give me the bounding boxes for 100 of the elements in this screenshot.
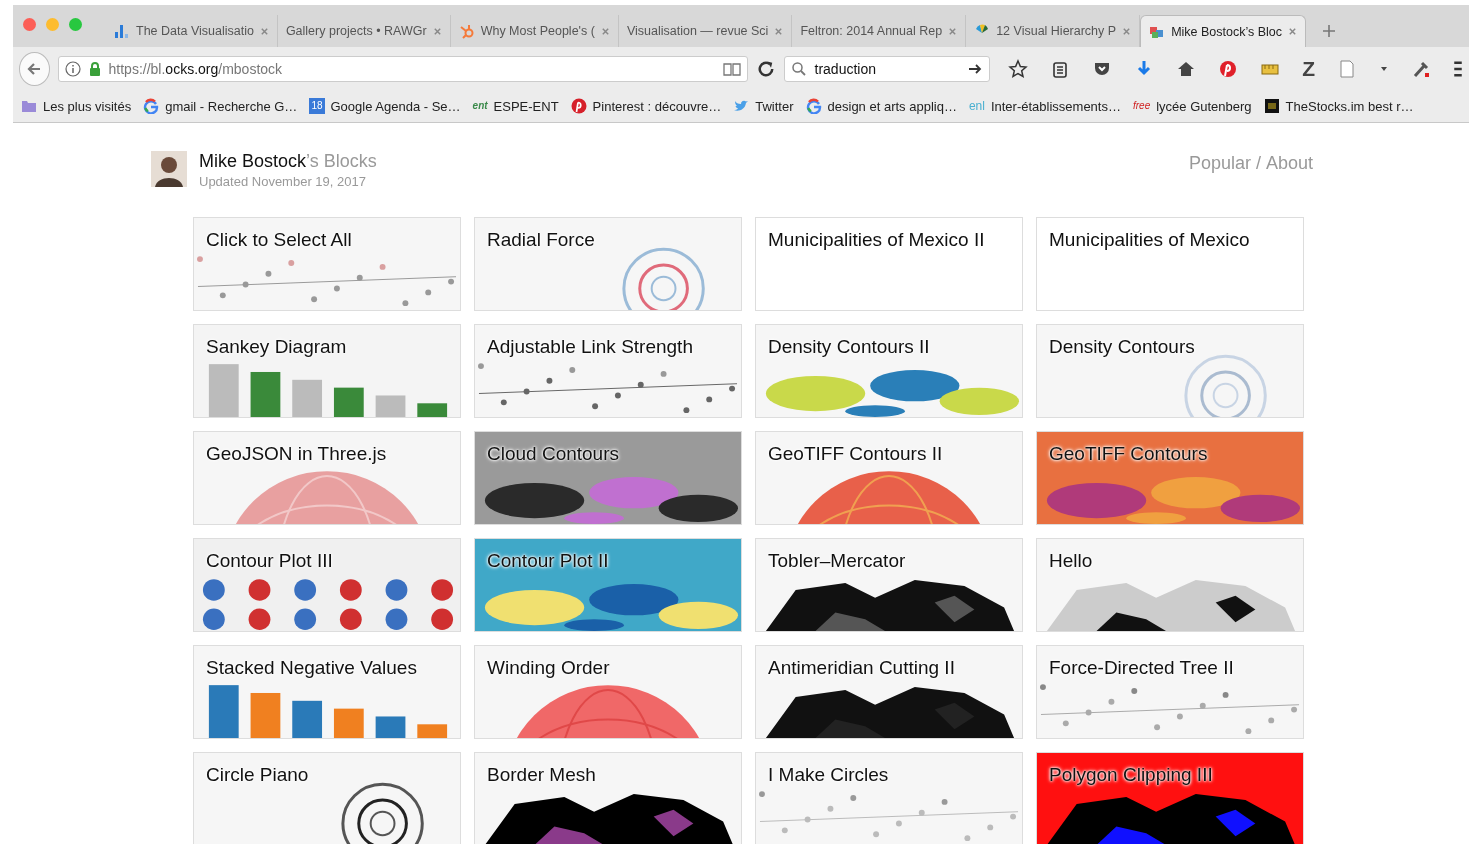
folder-icon (21, 98, 37, 114)
reader-view-icon[interactable] (722, 60, 741, 77)
address-field[interactable]: https://bl.ocks.org/mbostock (57, 55, 748, 82)
back-button[interactable] (19, 51, 50, 86)
block-title[interactable]: Contour Plot II (487, 550, 609, 572)
block-title[interactable]: Density Contours II (768, 336, 930, 358)
block-card[interactable]: Hello (1036, 538, 1304, 632)
block-card[interactable]: Force-Directed Tree II (1036, 645, 1304, 739)
dark-square-icon (1263, 98, 1280, 114)
block-title[interactable]: I Make Circles (768, 764, 889, 786)
pin-logo-icon (570, 98, 587, 114)
bar-chart-icon (114, 23, 130, 39)
block-title[interactable]: GeoJSON in Three.js (206, 443, 387, 465)
updated-date: Updated November 19, 2017 (199, 174, 367, 189)
block-card[interactable]: Contour Plot III (193, 538, 461, 632)
block-title[interactable]: Force-Directed Tree II (1049, 657, 1234, 679)
browser-tab[interactable]: Why Most People's ( (450, 15, 619, 47)
block-title[interactable]: Municipalities of Mexico II (768, 229, 985, 251)
block-card[interactable]: Density Contours (1036, 324, 1304, 418)
block-title[interactable]: Click to Select All (206, 229, 352, 251)
block-card[interactable]: Border Mesh (474, 752, 742, 844)
back-arrow-icon (26, 60, 43, 77)
close-tab-icon[interactable] (432, 26, 442, 36)
url-text[interactable]: https://bl.ocks.org/mbostock (108, 60, 283, 77)
bookmark-link[interactable]: gmail - Recherche G… (143, 98, 298, 114)
block-card[interactable]: Antimeridian Cutting II (755, 645, 1023, 739)
block-card[interactable]: Municipalities of Mexico (1036, 217, 1304, 311)
block-card[interactable]: Sankey Diagram (193, 324, 461, 418)
block-card[interactable]: Adjustable Link Strength (474, 324, 742, 418)
bookmark-link[interactable]: free lycée Gutenberg (1132, 98, 1252, 114)
bookmark-link[interactable]: ent ESPE-ENT (472, 98, 559, 114)
block-card[interactable]: Radial Force (474, 217, 742, 311)
bird-icon (733, 98, 750, 114)
block-title[interactable]: Circle Piano (206, 764, 309, 786)
browser-tab[interactable]: Visualisation — revue Sci (618, 15, 793, 47)
block-card[interactable]: Stacked Negative Values (193, 645, 461, 739)
block-title[interactable]: Polygon Clipping III (1049, 764, 1213, 786)
block-card[interactable]: GeoTIFF Contours II (755, 431, 1023, 525)
close-tab-icon[interactable] (600, 26, 610, 36)
block-title[interactable]: GeoTIFF Contours (1049, 443, 1208, 465)
nav-separator: / (1255, 153, 1261, 174)
block-card[interactable]: Click to Select All (193, 217, 461, 311)
page-title: Mike Bostock’s Blocks (199, 151, 377, 172)
z-icon[interactable]: Z (1302, 56, 1315, 81)
block-card[interactable]: Tobler–Mercator (755, 538, 1023, 632)
search-icon (790, 60, 807, 77)
bookmark-link[interactable]: Pinterest : découvre… (570, 98, 722, 114)
block-title[interactable]: Border Mesh (487, 764, 596, 786)
block-card[interactable]: GeoTIFF Contours (1036, 431, 1304, 525)
block-card[interactable]: Density Contours II (755, 324, 1023, 418)
info-icon[interactable] (64, 60, 81, 77)
close-tab-icon[interactable] (774, 26, 784, 36)
new-tab-icon[interactable] (1322, 24, 1337, 38)
star-icon[interactable] (1008, 58, 1029, 79)
calendar-icon: 18 (309, 98, 325, 114)
bookmark-link[interactable]: 18 Google Agenda - Se… (309, 98, 461, 114)
pin-logo-icon[interactable] (1218, 58, 1239, 79)
bookmark-link[interactable]: Les plus visités (21, 98, 132, 114)
close-window-icon[interactable] (23, 18, 36, 31)
block-title[interactable]: Radial Force (487, 229, 595, 251)
bookmark-link[interactable]: design et arts appliq… (805, 98, 957, 114)
block-card[interactable]: Circle Piano (193, 752, 461, 844)
block-card[interactable]: Winding Order (474, 645, 742, 739)
block-card[interactable]: GeoJSON in Three.js (193, 431, 461, 525)
block-title[interactable]: Tobler–Mercator (768, 550, 906, 572)
ent-logo-icon: ent (472, 98, 488, 114)
close-tab-icon[interactable] (1288, 27, 1298, 36)
block-title[interactable]: Hello (1049, 550, 1093, 572)
bookmark-link[interactable]: Twitter (733, 98, 794, 114)
bookmark-link[interactable]: enl Inter-établissements… (968, 98, 1121, 114)
block-title[interactable]: Contour Plot III (206, 550, 333, 572)
close-tab-icon[interactable] (1122, 26, 1132, 36)
block-title[interactable]: Stacked Negative Values (206, 657, 417, 679)
block-title[interactable]: Municipalities of Mexico (1049, 229, 1250, 251)
block-card[interactable]: Contour Plot II (474, 538, 742, 632)
close-tab-icon[interactable] (259, 26, 269, 36)
block-title[interactable]: Antimeridian Cutting II (768, 657, 955, 679)
browser-tab[interactable]: Mike Bostock’s Bloc (1140, 15, 1307, 47)
close-tab-icon[interactable] (948, 26, 958, 36)
search-field[interactable]: traduction (783, 55, 991, 82)
block-title[interactable]: Winding Order (487, 657, 610, 679)
browser-tab[interactable]: Gallery projects • RAWGr (277, 15, 451, 47)
sprocket-icon (458, 23, 475, 39)
block-card[interactable]: Cloud Contours (474, 431, 742, 525)
multicolor-ring-icon (805, 98, 822, 114)
block-title[interactable]: Adjustable Link Strength (487, 336, 693, 358)
block-title[interactable]: GeoTIFF Contours II (768, 443, 943, 465)
enl-logo-icon: enl (968, 98, 985, 114)
avatar-icon (151, 151, 187, 187)
browser-tab[interactable]: Feltron: 2014 Annual Rep (792, 15, 967, 47)
bookmark-link[interactable]: TheStocks.im best r… (1263, 98, 1414, 114)
block-card[interactable]: I Make Circles (755, 752, 1023, 844)
block-title[interactable]: Density Contours (1049, 336, 1195, 358)
block-card[interactable]: Polygon Clipping III (1036, 752, 1304, 844)
block-title[interactable]: Sankey Diagram (206, 336, 347, 358)
page-icon[interactable] (1337, 58, 1357, 79)
free-logo-icon: free (1132, 98, 1151, 114)
block-title[interactable]: Cloud Contours (487, 443, 620, 465)
browser-tab[interactable]: The Data Visualisatio (106, 15, 278, 47)
block-card[interactable]: Municipalities of Mexico II (755, 217, 1023, 311)
